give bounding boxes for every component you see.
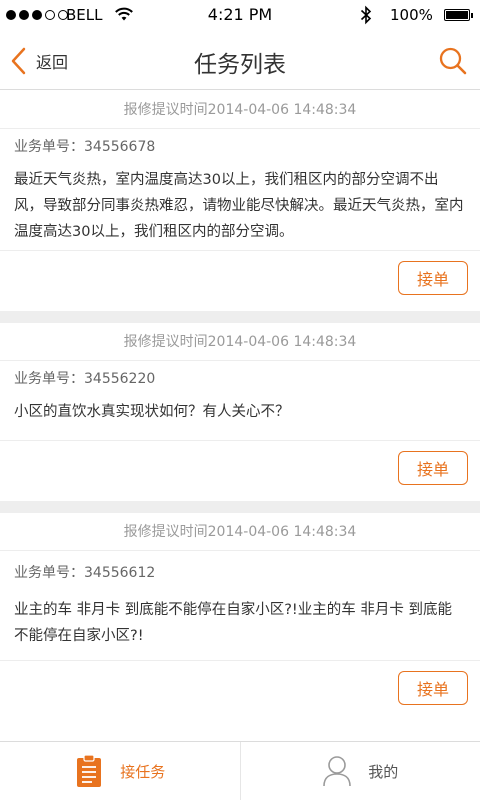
user-icon [323, 756, 352, 787]
back-button[interactable]: 返回 [10, 46, 68, 76]
battery-percent: 100% [390, 6, 433, 24]
accept-button[interactable]: 接单 [398, 451, 468, 485]
task-list: 报修提议时间2014-04-06 14:48:34 业务单号：34556678 … [0, 91, 480, 721]
task-content: 最近天气炎热，室内温度高达30以上，我们租区内的部分空调不出风，导致部分同事炎热… [0, 165, 480, 251]
task-number: 业务单号：34556678 [14, 139, 156, 155]
task-report-time: 报修提议时间2014-04-06 14:48:34 [0, 91, 480, 129]
back-label: 返回 [36, 53, 69, 72]
nav-bar: 返回 任务列表 [0, 30, 480, 90]
task-actions: 接单 [0, 661, 480, 721]
chevron-left-icon [11, 47, 26, 75]
clipboard-icon [77, 754, 102, 787]
task-number: 业务单号：34556612 [14, 565, 156, 581]
list-divider [0, 311, 480, 323]
task-number: 业务单号：34556220 [14, 371, 156, 387]
bluetooth-icon [360, 5, 372, 29]
tab-accept-tasks[interactable]: 接任务 [0, 742, 240, 800]
task-content: 小区的直饮水真实现状如何？有人关心不？ [0, 397, 480, 441]
task-card: 报修提议时间2014-04-06 14:48:34 业务单号：34556612 … [0, 513, 480, 721]
battery-icon [444, 9, 473, 21]
task-actions: 接单 [0, 251, 480, 311]
tab-mine[interactable]: 我的 [239, 742, 480, 800]
tab-label: 我的 [368, 762, 399, 781]
task-card: 报修提议时间2014-04-06 14:48:34 业务单号：34556678 … [0, 91, 480, 311]
task-report-time: 报修提议时间2014-04-06 14:48:34 [0, 513, 480, 551]
task-card: 报修提议时间2014-04-06 14:48:34 业务单号：34556220 … [0, 323, 480, 501]
search-icon [439, 47, 467, 75]
page-title: 任务列表 [194, 52, 286, 78]
accept-button[interactable]: 接单 [398, 671, 468, 705]
status-bar: BELL 4:21 PM 100% [0, 0, 480, 30]
list-divider [0, 501, 480, 513]
task-report-time: 报修提议时间2014-04-06 14:48:34 [0, 323, 480, 361]
task-actions: 接单 [0, 441, 480, 501]
search-button[interactable] [438, 46, 468, 76]
tab-label: 接任务 [120, 762, 166, 781]
accept-button[interactable]: 接单 [398, 261, 468, 295]
task-content: 业主的车 非月卡 到底能不能停在自家小区?!业主的车 非月卡 到底能不能停在自家… [0, 595, 480, 661]
tab-bar: 接任务 我的 [0, 741, 480, 800]
